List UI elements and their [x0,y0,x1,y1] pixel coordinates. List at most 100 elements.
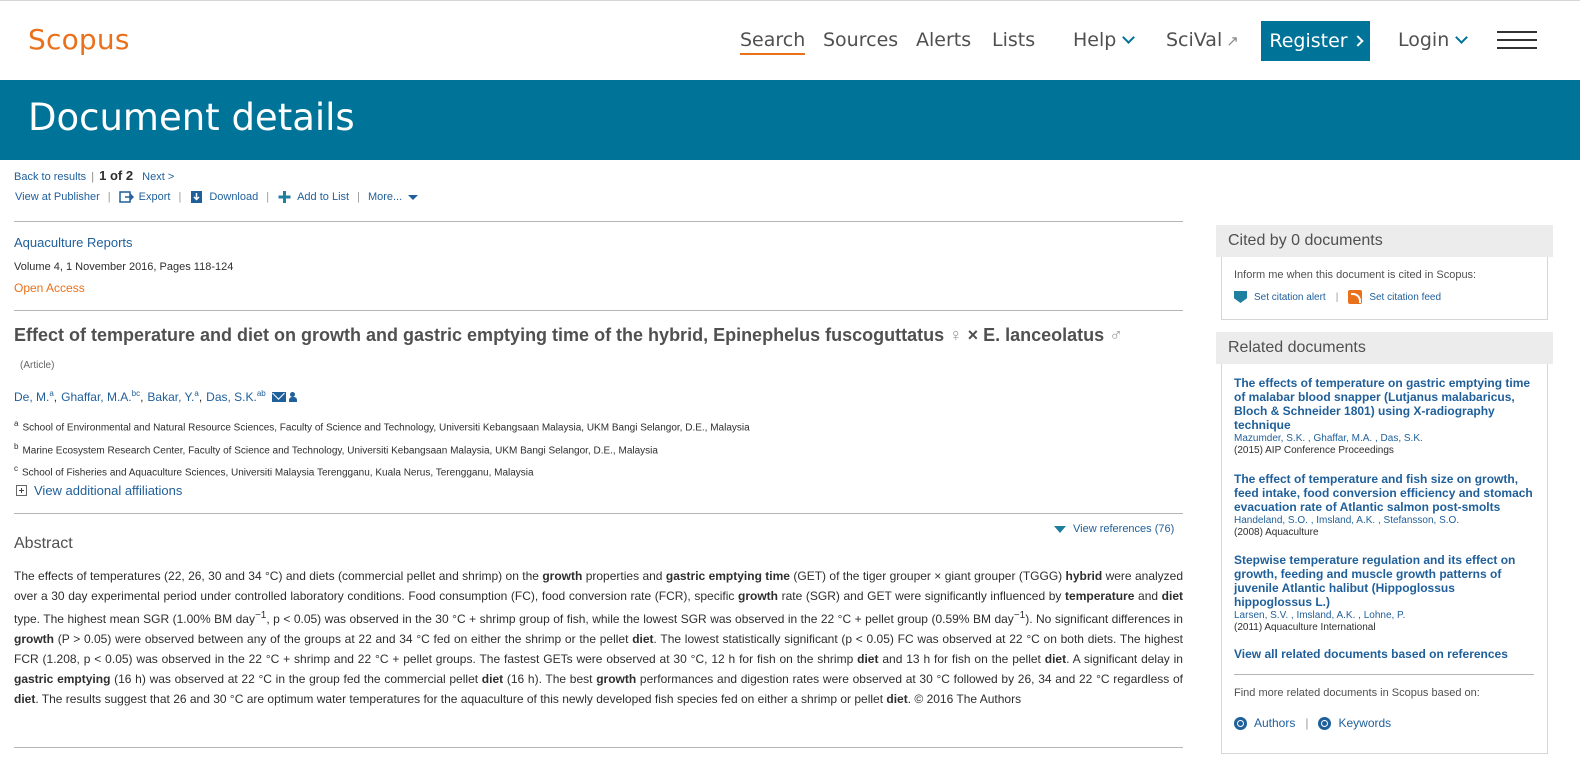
author-link[interactable]: De, M.a [14,389,54,404]
divider [14,221,1183,222]
citation-links: Set citation alert | Set citation feed [1234,290,1441,304]
set-citation-alert-link[interactable]: Set citation alert [1254,292,1326,303]
source-title-link[interactable]: Aquaculture Reports [14,235,133,250]
affiliation-text: Marine Ecosystem Research Center, Facult… [22,445,658,457]
related-by-links: Authors | Keywords [1234,716,1391,730]
separator: | [91,171,95,183]
related-document-source: (2015) AIP Conference Proceedings [1234,445,1394,456]
keywords-link[interactable]: Keywords [1338,716,1391,730]
set-citation-feed-link[interactable]: Set citation feed [1369,292,1441,303]
search-icon [1318,716,1332,730]
citation-inform-text: Inform me when this document is cited in… [1234,269,1477,281]
affiliation-sup: a [14,419,19,428]
scopus-logo[interactable]: Scopus [28,23,130,56]
login-label: Login [1398,29,1450,51]
male-symbol: ♂ [1109,325,1123,345]
view-additional-affiliations[interactable]: View additional affiliations [16,483,182,498]
abstract-text: The effects of temperatures (22, 26, 30 … [14,569,1184,706]
export-icon [118,191,134,203]
document-toolbar: View at Publisher | Export | Download | … [15,190,419,204]
triangle-down-icon [1054,525,1066,533]
related-document-item: The effects of temperature on gastric em… [1234,376,1534,456]
separator: | [266,191,270,203]
view-references-link[interactable]: View references (76) [1054,523,1174,535]
document-type: (Article) [20,360,55,371]
chevron-right-icon [1351,35,1364,47]
document-title: Effect of temperature and diet on growth… [14,325,1123,346]
open-access-badge: Open Access [14,281,85,295]
related-document-item: The effect of temperature and fish size … [1234,472,1534,538]
download-button[interactable]: Download [209,191,258,203]
nav-alerts[interactable]: Alerts [916,29,971,51]
author-link[interactable]: Bakar, Y.a [147,389,198,404]
separator: | [107,191,111,203]
separator: | [357,191,360,203]
page-banner: Document details [0,80,1580,160]
export-button[interactable]: Export [139,191,171,203]
view-references-label: View references (76) [1073,523,1175,535]
more-menu-button[interactable]: More... [368,191,419,203]
nav-help[interactable]: Help [1073,29,1136,51]
affiliation-b: b Marine Ecosystem Research Center, Facul… [14,442,658,456]
register-button[interactable]: Register [1261,21,1370,61]
separator: | [1305,716,1309,730]
related-documents-heading: Related documents [1216,332,1553,364]
register-label: Register [1269,30,1348,52]
title-text: Effect of temperature and diet on growth… [14,325,945,345]
view-additional-affiliations-label: View additional affiliations [34,483,183,498]
menu-icon[interactable] [1497,31,1537,51]
separator: | [178,191,182,203]
view-at-publisher-link[interactable]: View at Publisher [15,191,100,203]
comma: , [140,389,144,404]
volume-info: Volume 4, 1 November 2016, Pages 118-124 [14,261,234,273]
related-document-authors[interactable]: Mazumder, S.K. , Ghaffar, M.A. , Das, S.… [1234,433,1534,444]
nav-scival[interactable]: SciVal ↗ [1166,29,1239,51]
affiliation-a: a School of Environmental and Natural Res… [14,419,750,433]
author-affiliation-sup: ab [256,389,266,398]
search-icon [1234,716,1247,730]
expand-icon [16,485,27,496]
nav-scival-label: SciVal [1166,29,1223,51]
affiliation-text: School of Fisheries and Aquaculture Scie… [22,467,534,479]
authors-link[interactable]: Authors [1254,716,1295,730]
related-document-item: Stepwise temperature regulation and its … [1234,553,1534,633]
title-cross: × E. lanceolatus [967,325,1105,345]
related-document-title-link[interactable]: The effect of temperature and fish size … [1234,472,1534,514]
back-to-results-link[interactable]: Back to results [14,171,86,183]
plus-icon [278,191,291,203]
external-link-icon: ↗ [1226,32,1239,50]
author-name: De, M. [14,390,50,404]
chevron-down-icon [1122,31,1136,44]
download-icon [191,191,203,203]
related-document-title-link[interactable]: The effects of temperature on gastric em… [1234,376,1534,432]
author-link[interactable]: Das, S.K.ab [206,389,266,404]
email-icon[interactable] [271,391,286,402]
related-document-authors[interactable]: Larsen, S.V. , Imsland, A.K. , Lohne, P. [1234,610,1534,621]
nav-help-label: Help [1073,29,1117,51]
related-document-authors[interactable]: Handeland, S.O. , Imsland, A.K. , Stefan… [1234,515,1534,526]
author-link[interactable]: Ghaffar, M.A.bc [61,389,140,404]
person-icon[interactable] [288,391,297,402]
nav-search[interactable]: Search [740,29,806,55]
next-link[interactable]: Next > [142,171,174,183]
comma: , [198,389,203,404]
nav-sources[interactable]: Sources [823,29,898,51]
view-all-related-link[interactable]: View all related documents based on refe… [1234,647,1508,661]
divider [14,747,1183,748]
related-document-source: (2011) Aquaculture International [1234,622,1376,633]
divider [14,310,1183,311]
rss-feed-icon [1348,290,1363,304]
add-to-list-button[interactable]: Add to List [297,191,349,203]
author-list: De, M.a, Ghaffar, M.A.bc, Bakar, Y.a, Da… [14,389,297,404]
nav-lists[interactable]: Lists [992,29,1035,51]
caret-down-icon [408,195,419,200]
comma: , [53,389,58,404]
chevron-down-icon [1455,31,1469,44]
separator: | [1335,291,1339,303]
result-count: 1 of 2 [99,168,134,183]
login-button[interactable]: Login [1398,29,1469,51]
top-navigation-bar: Scopus Search Sources Alerts Lists Help … [0,0,1580,80]
related-document-title-link[interactable]: Stepwise temperature regulation and its … [1234,553,1534,609]
author-affiliation-sup: bc [131,389,141,398]
result-navigation: Back to results | 1 of 2 Next > [14,168,174,183]
